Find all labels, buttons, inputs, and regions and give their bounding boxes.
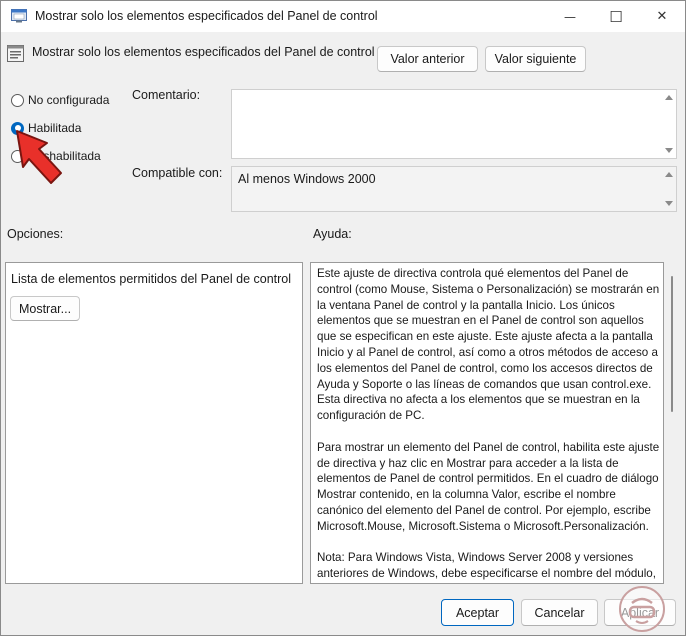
scroll-up-arrow-icon[interactable] xyxy=(665,172,673,177)
help-paragraph: Nota: Para Windows Vista, Windows Server… xyxy=(317,551,662,583)
supported-scrollbar[interactable] xyxy=(661,167,676,211)
help-panel[interactable]: Este ajuste de directiva controla qué el… xyxy=(310,262,664,584)
maximize-button[interactable]: ☐ xyxy=(593,1,639,32)
help-paragraph: Para mostrar un elemento del Panel de co… xyxy=(317,440,660,533)
minimize-button[interactable]: — xyxy=(547,1,593,32)
ok-button[interactable]: Aceptar xyxy=(441,599,514,626)
scroll-thumb[interactable] xyxy=(671,276,673,412)
supported-on-label: Compatible con: xyxy=(132,166,223,180)
comment-textarea[interactable] xyxy=(231,89,677,159)
show-button[interactable]: Mostrar... xyxy=(10,296,80,321)
group-policy-icon xyxy=(11,9,27,23)
supported-on-value: Al menos Windows 2000 xyxy=(238,172,376,186)
radio-indicator xyxy=(11,93,24,107)
options-panel: Lista de elementos permitidos del Panel … xyxy=(5,262,303,584)
help-scrollbar[interactable] xyxy=(664,262,677,584)
annotation-arrow-icon xyxy=(16,130,62,184)
comment-label: Comentario: xyxy=(132,88,201,102)
close-icon: ✕ xyxy=(656,9,668,24)
scroll-down-arrow-icon[interactable] xyxy=(665,148,673,153)
scroll-up-arrow-icon[interactable] xyxy=(665,95,673,100)
watermark-logo-icon xyxy=(619,586,665,632)
title-bar: Mostrar solo los elementos especificados… xyxy=(1,1,685,32)
radio-label: No configurada xyxy=(28,93,110,107)
help-section-label: Ayuda: xyxy=(313,227,352,241)
help-text: Este ajuste de directiva controla qué el… xyxy=(317,266,663,583)
previous-setting-button[interactable]: Valor anterior xyxy=(377,46,478,72)
policy-setting-icon xyxy=(7,45,24,62)
maximize-icon: ☐ xyxy=(609,7,623,26)
scroll-down-arrow-icon[interactable] xyxy=(665,201,673,206)
radio-not-configured[interactable]: No configurada xyxy=(11,91,109,109)
supported-on-field: Al menos Windows 2000 xyxy=(231,166,677,212)
options-section-label: Opciones: xyxy=(7,227,64,241)
close-button[interactable]: ✕ xyxy=(639,1,685,32)
allowed-items-label: Lista de elementos permitidos del Panel … xyxy=(11,272,292,286)
window-title: Mostrar solo los elementos especificados… xyxy=(35,9,378,23)
next-setting-button[interactable]: Valor siguiente xyxy=(485,46,586,72)
policy-title: Mostrar solo los elementos especificados… xyxy=(32,45,375,59)
comment-scrollbar[interactable] xyxy=(661,90,676,158)
cancel-button[interactable]: Cancelar xyxy=(521,599,598,626)
policy-dialog-window: Mostrar solo los elementos especificados… xyxy=(0,0,686,636)
help-paragraph: Este ajuste de directiva controla qué el… xyxy=(317,267,660,423)
minimize-icon: — xyxy=(564,9,576,24)
